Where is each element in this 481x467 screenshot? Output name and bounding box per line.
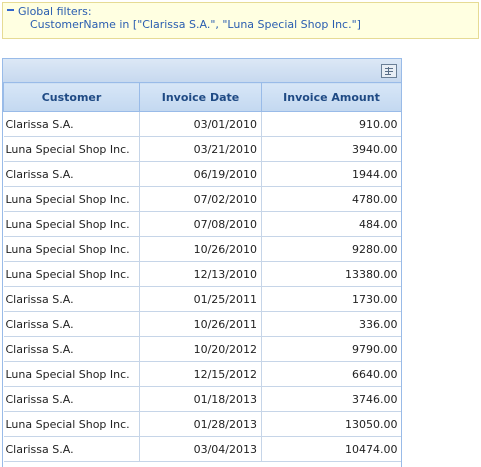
cell-invoice-date: 12/13/2010	[139, 261, 262, 287]
cell-customer: Luna Special Shop Inc.	[3, 136, 140, 162]
cell-invoice-amount: 9280.00	[261, 236, 401, 262]
cell-customer: Clarissa S.A.	[3, 111, 140, 137]
cell-invoice-amount: 10474.00	[261, 436, 401, 462]
table-row[interactable]: Luna Special Shop Inc. 01/28/2013 13050.00	[3, 411, 401, 437]
cell-customer: Luna Special Shop Inc.	[3, 211, 140, 237]
column-header-invoice-amount[interactable]: Invoice Amount	[261, 82, 401, 112]
cell-customer: Luna Special Shop Inc.	[3, 261, 140, 287]
table-row[interactable]: Clarissa S.A. 03/04/2013 10474.00	[3, 436, 401, 462]
header-row: Customer Invoice Date Invoice Amount	[3, 82, 401, 112]
invoice-table: Customer Invoice Date Invoice Amount Cla…	[3, 82, 401, 462]
cell-invoice-date: 10/26/2011	[139, 311, 262, 337]
export-grid-icon[interactable]	[381, 64, 397, 78]
cell-invoice-amount: 13380.00	[261, 261, 401, 287]
filters-title: Global filters:	[18, 5, 92, 18]
table-row[interactable]: Luna Special Shop Inc. 12/13/2010 13380.00	[3, 261, 401, 287]
table-row[interactable]: Clarissa S.A. 03/01/2010 910.00	[3, 111, 401, 137]
cell-customer: Clarissa S.A.	[3, 336, 140, 362]
cell-invoice-date: 12/15/2012	[139, 361, 262, 387]
table-row[interactable]: Clarissa S.A. 01/25/2011 1730.00	[3, 286, 401, 312]
table-row[interactable]: Clarissa S.A. 06/19/2010 1944.00	[3, 161, 401, 187]
column-header-invoice-date[interactable]: Invoice Date	[139, 82, 262, 112]
cell-customer: Clarissa S.A.	[3, 286, 140, 312]
cell-customer: Clarissa S.A.	[3, 386, 140, 412]
table-row[interactable]: Clarissa S.A. 10/26/2011 336.00	[3, 311, 401, 337]
cell-invoice-date: 06/19/2010	[139, 161, 262, 187]
table-row[interactable]: Luna Special Shop Inc. 07/02/2010 4780.00	[3, 186, 401, 212]
cell-invoice-amount: 1730.00	[261, 286, 401, 312]
table-row[interactable]: Clarissa S.A. 10/20/2012 9790.00	[3, 336, 401, 362]
filter-expression: CustomerName in ["Clarissa S.A.", "Luna …	[30, 18, 361, 31]
cell-invoice-date: 01/28/2013	[139, 411, 262, 437]
cell-invoice-date: 10/26/2010	[139, 236, 262, 262]
cell-invoice-date: 03/04/2013	[139, 436, 262, 462]
cell-invoice-amount: 9790.00	[261, 336, 401, 362]
cell-customer: Clarissa S.A.	[3, 161, 140, 187]
cell-invoice-amount: 336.00	[261, 311, 401, 337]
column-header-customer[interactable]: Customer	[3, 82, 140, 112]
invoice-grid: Customer Invoice Date Invoice Amount Cla…	[2, 58, 402, 467]
table-row[interactable]: Luna Special Shop Inc. 10/26/2010 9280.00	[3, 236, 401, 262]
cell-invoice-date: 01/18/2013	[139, 386, 262, 412]
table-row[interactable]: Clarissa S.A. 01/18/2013 3746.00	[3, 386, 401, 412]
cell-invoice-date: 03/01/2010	[139, 111, 262, 137]
table-row[interactable]: Luna Special Shop Inc. 12/15/2012 6640.00	[3, 361, 401, 387]
cell-invoice-amount: 1944.00	[261, 161, 401, 187]
cell-customer: Luna Special Shop Inc.	[3, 236, 140, 262]
cell-invoice-date: 10/20/2012	[139, 336, 262, 362]
cell-invoice-amount: 3940.00	[261, 136, 401, 162]
cell-invoice-amount: 13050.00	[261, 411, 401, 437]
global-filters-panel: Global filters: CustomerName in ["Claris…	[2, 2, 479, 39]
cell-customer: Luna Special Shop Inc.	[3, 361, 140, 387]
cell-invoice-date: 07/08/2010	[139, 211, 262, 237]
cell-customer: Clarissa S.A.	[3, 311, 140, 337]
cell-invoice-amount: 484.00	[261, 211, 401, 237]
cell-invoice-date: 01/25/2011	[139, 286, 262, 312]
cell-customer: Luna Special Shop Inc.	[3, 186, 140, 212]
cell-customer: Luna Special Shop Inc.	[3, 411, 140, 437]
cell-invoice-amount: 910.00	[261, 111, 401, 137]
cell-invoice-amount: 3746.00	[261, 386, 401, 412]
cell-invoice-date: 07/02/2010	[139, 186, 262, 212]
table-row[interactable]: Luna Special Shop Inc. 03/21/2010 3940.00	[3, 136, 401, 162]
table-row[interactable]: Luna Special Shop Inc. 07/08/2010 484.00	[3, 211, 401, 237]
cell-invoice-amount: 4780.00	[261, 186, 401, 212]
cell-invoice-date: 03/21/2010	[139, 136, 262, 162]
grid-toolbar	[3, 58, 401, 82]
cell-customer: Clarissa S.A.	[3, 436, 140, 462]
collapse-icon[interactable]	[6, 5, 15, 14]
cell-invoice-amount: 6640.00	[261, 361, 401, 387]
